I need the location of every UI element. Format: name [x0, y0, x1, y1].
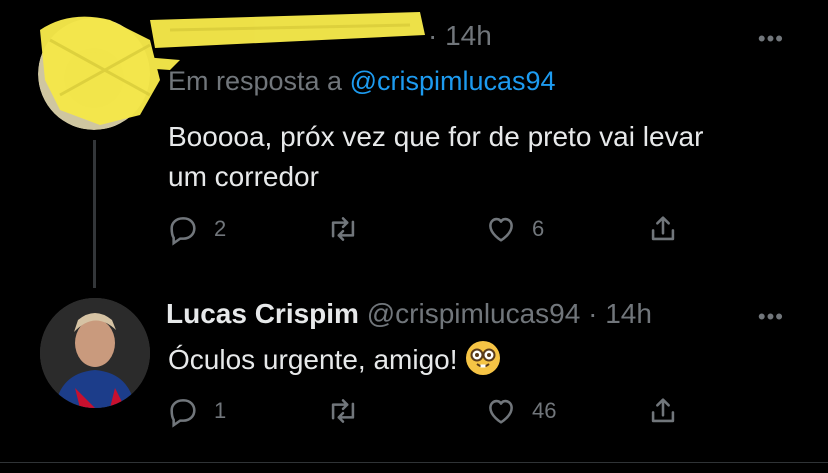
nerd-face-emoji [465, 340, 500, 375]
tweet-text: Óculos urgente, amigo! [168, 340, 500, 380]
share-icon [651, 398, 675, 423]
like-button[interactable]: 6 [484, 212, 544, 246]
reply-icon [170, 217, 196, 246]
tweet-text-line: Óculos urgente, amigo! [168, 344, 458, 375]
reply-icon [170, 399, 196, 428]
tweet-header: Lucas Crispim @crispimlucas94 · 14h [166, 298, 652, 330]
retweet-icon [331, 217, 355, 241]
author-handle[interactable]: @crispimlucas94 [367, 298, 581, 329]
heart-icon [489, 217, 513, 242]
reply-button[interactable]: 1 [166, 394, 226, 428]
tweet-text-line: um corredor [168, 161, 319, 192]
divider [0, 462, 828, 463]
redaction-scribble [40, 12, 425, 126]
share-icon [651, 216, 675, 241]
retweet-button[interactable] [326, 394, 374, 428]
tweet-actions: 1 46 [166, 394, 686, 430]
retweet-button[interactable] [326, 212, 374, 246]
retweet-icon [331, 399, 355, 423]
avatar[interactable] [40, 298, 150, 408]
like-count: 46 [532, 398, 557, 423]
reply-count: 1 [214, 398, 227, 423]
more-options-icon[interactable]: ••• [758, 304, 784, 330]
share-button[interactable] [646, 212, 680, 246]
share-button[interactable] [646, 394, 680, 428]
tweet-actions: 2 6 [166, 212, 686, 248]
tweet-time[interactable]: · 14h [588, 298, 652, 329]
like-count: 6 [532, 216, 545, 241]
like-button[interactable]: 46 [484, 394, 556, 428]
reply-count: 2 [214, 216, 227, 241]
author-name[interactable]: Lucas Crispim [166, 298, 359, 329]
heart-icon [489, 399, 513, 424]
thread-line [93, 140, 96, 288]
reply-button[interactable]: 2 [166, 212, 226, 246]
tweet-reply[interactable]: Lucas Crispim @crispimlucas94 · 14h ••• … [0, 282, 828, 462]
